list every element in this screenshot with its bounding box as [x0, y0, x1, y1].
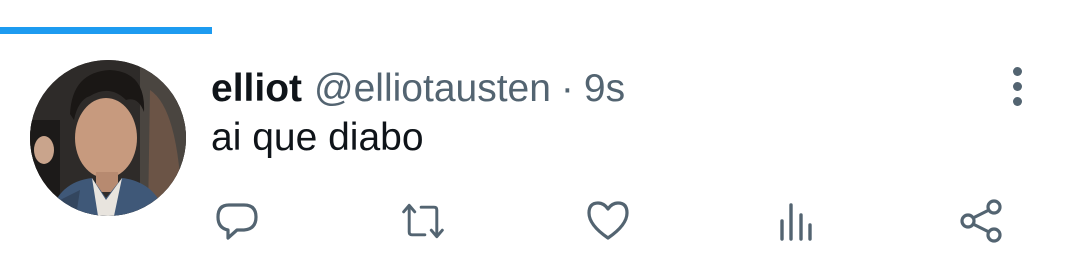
reply-button[interactable] — [214, 198, 260, 244]
tweet-text: ai que diabo — [211, 116, 424, 159]
author-handle[interactable]: @elliotausten — [314, 64, 551, 114]
avatar-image — [30, 60, 186, 216]
avatar[interactable] — [30, 60, 186, 216]
more-vertical-icon — [1012, 66, 1022, 76]
more-options-button[interactable] — [998, 64, 1036, 108]
more-dot — [1012, 96, 1022, 106]
separator-dot: · — [560, 67, 574, 110]
retweet-button[interactable] — [400, 198, 446, 244]
views-button[interactable] — [773, 198, 819, 244]
author-name[interactable]: elliot — [211, 64, 302, 114]
tweet-header: elliot @elliotausten · 9s — [211, 64, 625, 114]
retweet-icon — [402, 203, 444, 239]
share-icon — [960, 199, 1002, 243]
views-icon — [780, 203, 812, 241]
like-button[interactable] — [585, 198, 631, 244]
share-button[interactable] — [958, 198, 1004, 244]
more-dot — [1012, 81, 1022, 91]
top-progress-bar — [0, 27, 212, 34]
reply-icon — [216, 203, 258, 240]
timestamp[interactable]: 9s — [584, 64, 625, 114]
like-icon — [587, 201, 629, 240]
